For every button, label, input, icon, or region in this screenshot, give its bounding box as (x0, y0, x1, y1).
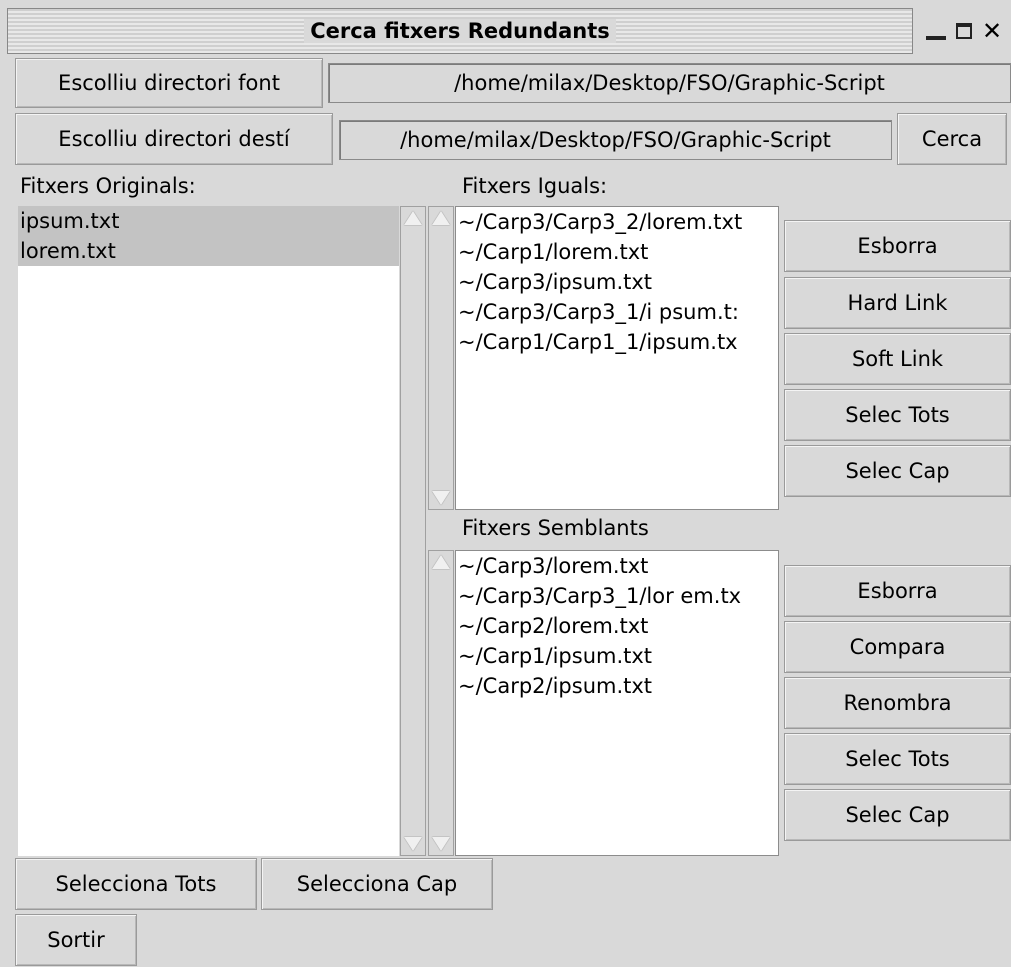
similar-select-none-button[interactable]: Selec Cap (784, 789, 1011, 841)
list-item[interactable]: ~/Carp2/ipsum.txt (456, 671, 778, 701)
choose-dest-dir-label: Escolliu directori destí (58, 127, 290, 151)
scroll-up-icon[interactable] (429, 553, 453, 571)
title-text-wrap: Cerca fitxers Redundants (7, 8, 913, 54)
scroll-up-icon[interactable] (429, 209, 453, 227)
choose-source-dir-button[interactable]: Escolliu directori font (15, 58, 323, 108)
similar-compare-label: Compara (849, 635, 946, 659)
equal-select-none-label: Selec Cap (845, 459, 950, 483)
equal-select-all-label: Selec Tots (845, 403, 950, 427)
list-item[interactable]: ~/Carp1/Carp1_1/ipsum.tx (456, 327, 778, 357)
scroll-down-icon[interactable] (429, 835, 453, 853)
window-controls: ✕ (918, 8, 1011, 54)
window-title: Cerca fitxers Redundants (304, 19, 616, 43)
equal-select-none-button[interactable]: Selec Cap (784, 445, 1011, 497)
similar-files-label: Fitxers Semblants (462, 516, 649, 540)
similar-delete-label: Esborra (857, 579, 938, 603)
similar-delete-button[interactable]: Esborra (784, 565, 1011, 617)
equal-hard-link-label: Hard Link (847, 291, 948, 315)
originals-list[interactable]: ipsum.txt lorem.txt (18, 206, 399, 856)
similar-scrollbar[interactable] (428, 550, 454, 856)
list-item[interactable]: ~/Carp3/Carp3_1/lor em.tx (456, 581, 778, 611)
close-icon[interactable]: ✕ (982, 19, 1002, 43)
equal-hard-link-button[interactable]: Hard Link (784, 277, 1011, 329)
originals-scrollbar[interactable] (400, 206, 426, 856)
source-path-text: /home/milax/Desktop/FSO/Graphic-Script (454, 71, 885, 95)
list-item[interactable]: ~/Carp3/Carp3_2/lorem.txt (456, 207, 778, 237)
list-item[interactable]: ~/Carp1/ipsum.txt (456, 641, 778, 671)
equal-delete-button[interactable]: Esborra (784, 220, 1011, 272)
equal-soft-link-label: Soft Link (851, 347, 944, 371)
similar-select-all-label: Selec Tots (845, 747, 950, 771)
similar-select-none-label: Selec Cap (845, 803, 950, 827)
scroll-down-icon[interactable] (429, 489, 453, 507)
equal-select-all-button[interactable]: Selec Tots (784, 389, 1011, 441)
equal-delete-label: Esborra (857, 234, 938, 258)
maximize-icon[interactable] (956, 23, 972, 39)
choose-dest-dir-button[interactable]: Escolliu directori destí (15, 113, 333, 165)
dest-path-text: /home/milax/Desktop/FSO/Graphic-Script (400, 128, 831, 152)
select-none-originals-button[interactable]: Selecciona Cap (261, 858, 493, 910)
search-button[interactable]: Cerca (897, 113, 1007, 165)
similar-rename-label: Renombra (843, 691, 952, 715)
choose-source-dir-label: Escolliu directori font (58, 71, 280, 95)
similar-files-list[interactable]: ~/Carp3/lorem.txt ~/Carp3/Carp3_1/lor em… (455, 550, 779, 856)
equal-files-label: Fitxers Iguals: (462, 174, 608, 198)
similar-select-all-button[interactable]: Selec Tots (784, 733, 1011, 785)
equal-scrollbar[interactable] (428, 206, 454, 510)
originals-label: Fitxers Originals: (20, 174, 196, 198)
list-item[interactable]: ~/Carp3/Carp3_1/i psum.t: (456, 297, 778, 327)
scroll-down-icon[interactable] (401, 835, 425, 853)
list-item[interactable]: ~/Carp1/lorem.txt (456, 237, 778, 267)
list-item[interactable]: ipsum.txt (18, 206, 399, 236)
scroll-up-icon[interactable] (401, 209, 425, 227)
similar-rename-button[interactable]: Renombra (784, 677, 1011, 729)
exit-button[interactable]: Sortir (15, 914, 137, 966)
exit-label: Sortir (47, 928, 105, 952)
similar-compare-button[interactable]: Compara (784, 621, 1011, 673)
select-all-originals-button[interactable]: Selecciona Tots (15, 858, 257, 910)
list-item[interactable]: ~/Carp3/ipsum.txt (456, 267, 778, 297)
equal-soft-link-button[interactable]: Soft Link (784, 333, 1011, 385)
list-item[interactable]: lorem.txt (18, 236, 399, 266)
list-item[interactable]: ~/Carp2/lorem.txt (456, 611, 778, 641)
source-path-field: /home/milax/Desktop/FSO/Graphic-Script (328, 63, 1011, 103)
select-none-originals-label: Selecciona Cap (296, 872, 458, 896)
dest-path-field: /home/milax/Desktop/FSO/Graphic-Script (339, 120, 892, 160)
search-label: Cerca (921, 127, 983, 151)
list-item[interactable]: ~/Carp3/lorem.txt (456, 551, 778, 581)
select-all-originals-label: Selecciona Tots (55, 872, 217, 896)
equal-files-list[interactable]: ~/Carp3/Carp3_2/lorem.txt ~/Carp1/lorem.… (455, 206, 779, 510)
minimize-icon[interactable] (926, 36, 946, 40)
